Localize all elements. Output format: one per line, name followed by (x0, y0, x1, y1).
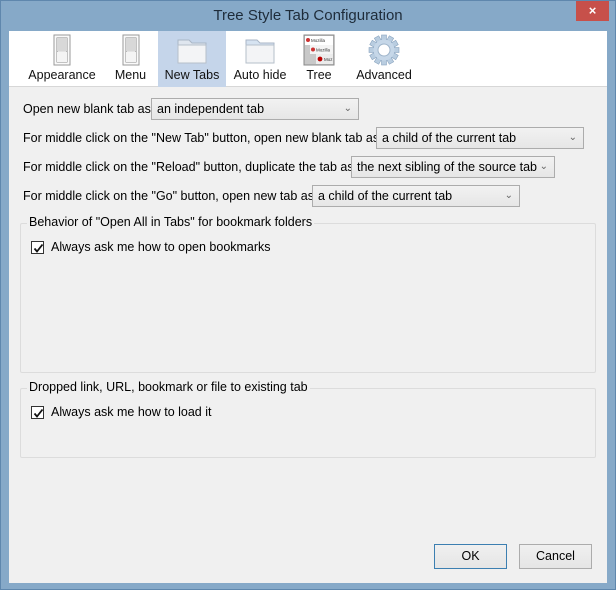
tab-menu[interactable]: Menu (103, 31, 158, 87)
gear-icon (368, 34, 400, 66)
tab-new-tabs[interactable]: New Tabs (158, 31, 226, 87)
checkmark-icon (33, 243, 44, 253)
new-tab-middle-click-select[interactable]: a child of the current tab ⌄ (376, 127, 584, 149)
reload-middle-click-label: For middle click on the "Reload" button,… (23, 160, 354, 174)
reload-middle-click-select[interactable]: the next sibling of the source tab ⌄ (351, 156, 555, 178)
cancel-button[interactable]: Cancel (519, 544, 592, 569)
checkbox[interactable] (31, 405, 44, 419)
chevron-down-icon: ⌄ (504, 190, 513, 201)
tab-label: New Tabs (164, 68, 220, 82)
checkmark-icon (33, 408, 44, 418)
category-toolbar: Appearance Menu New Tabs Auto hide Mozil… (9, 31, 607, 87)
select-value: a child of the current tab (318, 189, 453, 203)
select-value: a child of the current tab (382, 131, 517, 145)
new-blank-tab-row: Open new blank tab as (23, 97, 151, 121)
dropped-link-group: Dropped link, URL, bookmark or file to e… (20, 380, 596, 458)
select-value: the next sibling of the source tab (357, 160, 537, 174)
chevron-down-icon: ⌄ (343, 103, 352, 114)
ok-button[interactable]: OK (434, 544, 507, 569)
tree-tabs-icon: Mozilla Mozilla Moz (303, 34, 335, 66)
go-middle-click-select[interactable]: a child of the current tab ⌄ (312, 185, 520, 207)
tree-icon-text: Mozilla (311, 38, 326, 43)
select-value: an independent tab (157, 102, 265, 116)
dialog-content: Appearance Menu New Tabs Auto hide Mozil… (9, 31, 607, 583)
tree-icon-text: Moz (324, 57, 333, 62)
tab-tree[interactable]: Mozilla Mozilla Moz Tree (294, 31, 344, 87)
chevron-down-icon: ⌄ (568, 132, 577, 143)
always-ask-load-it[interactable]: Always ask me how to load it (31, 405, 212, 419)
window-title: Tree Style Tab Configuration (213, 7, 403, 24)
new-tab-middle-click-row: For middle click on the "New Tab" button… (23, 126, 379, 150)
tab-appearance[interactable]: Appearance (21, 31, 103, 87)
tab-label: Menu (114, 68, 147, 82)
go-middle-click-row: For middle click on the "Go" button, ope… (23, 184, 314, 208)
tab-label: Auto hide (233, 68, 287, 82)
folder-icon (177, 39, 207, 64)
tab-label: Advanced (356, 68, 412, 82)
tab-label: Appearance (28, 68, 96, 82)
new-tab-middle-click-label: For middle click on the "New Tab" button… (23, 131, 380, 145)
go-middle-click-label: For middle click on the "Go" button, ope… (23, 189, 314, 203)
close-button[interactable]: × (576, 1, 609, 21)
title-bar[interactable]: Tree Style Tab Configuration × (1, 1, 615, 31)
tree-icon-text: Mozilla (316, 48, 331, 53)
switch-icon (122, 34, 139, 66)
close-icon: × (588, 3, 597, 18)
group-caption: Behavior of "Open All in Tabs" for bookm… (27, 215, 315, 229)
new-blank-tab-label: Open new blank tab as (23, 102, 151, 116)
tab-label: Tree (306, 68, 332, 82)
always-ask-open-bookmarks[interactable]: Always ask me how to open bookmarks (31, 240, 271, 254)
tab-auto-hide[interactable]: Auto hide (226, 31, 294, 87)
chevron-down-icon: ⌄ (539, 161, 548, 172)
checkbox[interactable] (31, 240, 44, 254)
checkbox-label: Always ask me how to load it (51, 405, 212, 419)
reload-middle-click-row: For middle click on the "Reload" button,… (23, 155, 354, 179)
group-caption: Dropped link, URL, bookmark or file to e… (27, 380, 310, 394)
dialog-window: Tree Style Tab Configuration × Appearanc… (0, 0, 616, 590)
open-all-in-tabs-group: Behavior of "Open All in Tabs" for bookm… (20, 215, 596, 373)
folder-icon (245, 39, 275, 64)
switch-icon (53, 34, 71, 66)
checkbox-label: Always ask me how to open bookmarks (51, 240, 271, 254)
tab-advanced[interactable]: Advanced (344, 31, 424, 87)
new-blank-tab-select[interactable]: an independent tab ⌄ (151, 98, 359, 120)
